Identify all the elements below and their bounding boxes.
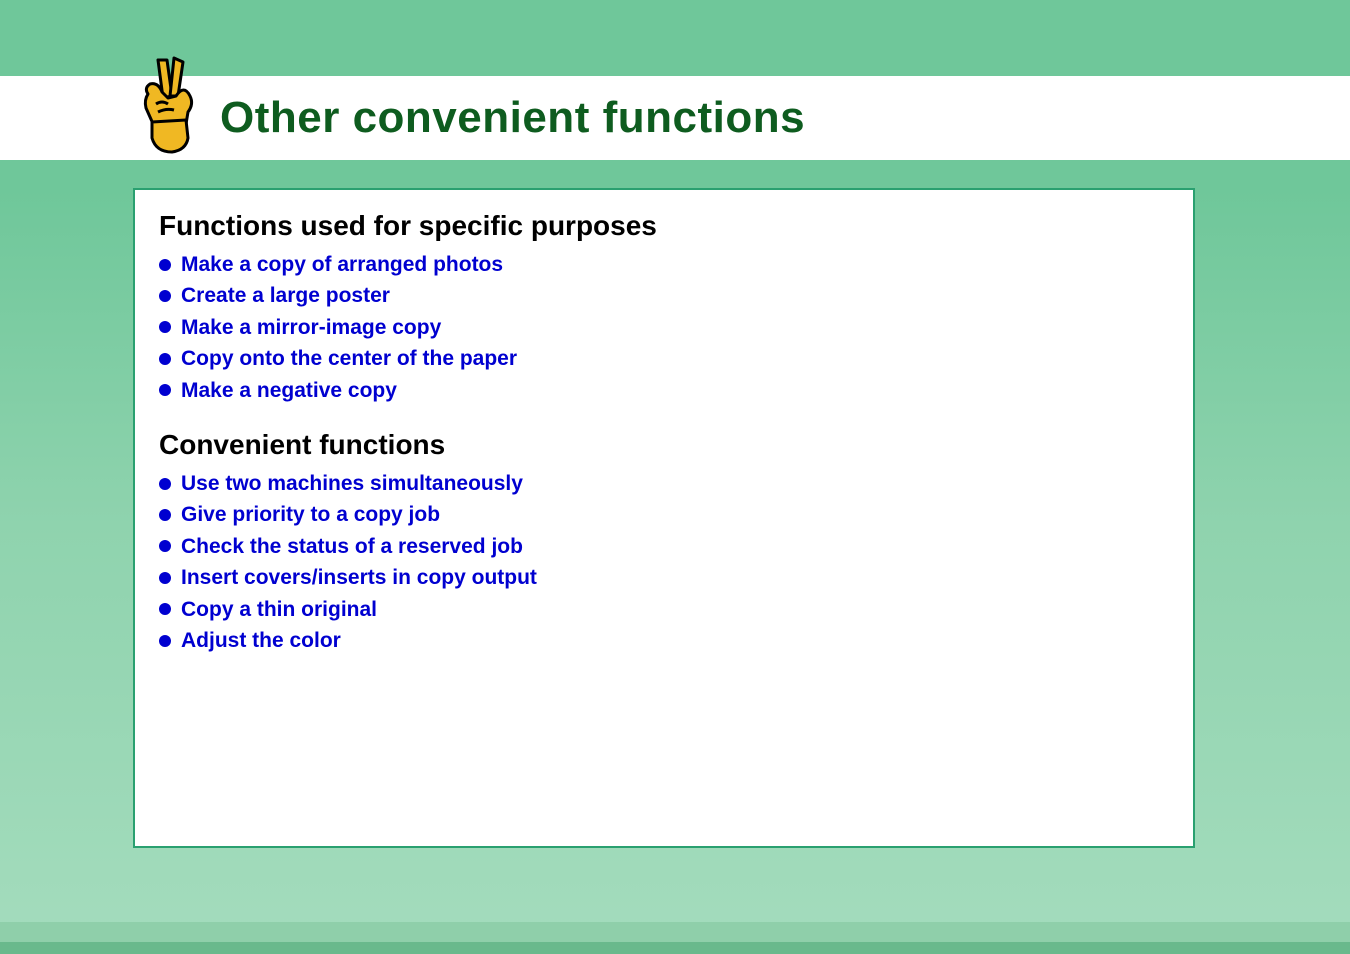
link-item[interactable]: Adjust the color <box>159 626 1169 655</box>
link-text: Make a negative copy <box>181 376 397 405</box>
bullet-icon <box>159 603 171 615</box>
page-title: Other convenient functions <box>220 93 805 143</box>
link-item[interactable]: Make a copy of arranged photos <box>159 250 1169 279</box>
link-list-convenient: Use two machines simultaneously Give pri… <box>159 469 1169 655</box>
bullet-icon <box>159 478 171 490</box>
link-item[interactable]: Check the status of a reserved job <box>159 532 1169 561</box>
link-item[interactable]: Use two machines simultaneously <box>159 469 1169 498</box>
bullet-icon <box>159 572 171 584</box>
title-band: Other convenient functions <box>0 76 1350 160</box>
bullet-icon <box>159 635 171 647</box>
link-text: Copy a thin original <box>181 595 377 624</box>
link-text: Copy onto the center of the paper <box>181 344 517 373</box>
link-item[interactable]: Give priority to a copy job <box>159 500 1169 529</box>
link-item[interactable]: Make a negative copy <box>159 376 1169 405</box>
link-text: Insert covers/inserts in copy output <box>181 563 537 592</box>
footer-stripe <box>0 942 1350 954</box>
link-text: Make a mirror-image copy <box>181 313 441 342</box>
link-item[interactable]: Insert covers/inserts in copy output <box>159 563 1169 592</box>
bullet-icon <box>159 290 171 302</box>
bullet-icon <box>159 540 171 552</box>
bullet-icon <box>159 384 171 396</box>
bullet-icon <box>159 321 171 333</box>
bullet-icon <box>159 259 171 271</box>
page-root: Other convenient functions Functions use… <box>0 0 1350 954</box>
link-text: Use two machines simultaneously <box>181 469 523 498</box>
footer-stripe <box>0 922 1350 942</box>
link-item[interactable]: Create a large poster <box>159 281 1169 310</box>
link-text: Adjust the color <box>181 626 341 655</box>
bullet-icon <box>159 509 171 521</box>
link-text: Check the status of a reserved job <box>181 532 523 561</box>
bullet-icon <box>159 353 171 365</box>
link-item[interactable]: Make a mirror-image copy <box>159 313 1169 342</box>
link-item[interactable]: Copy a thin original <box>159 595 1169 624</box>
section-heading-convenient: Convenient functions <box>159 429 1169 461</box>
link-list-specific: Make a copy of arranged photos Create a … <box>159 250 1169 405</box>
content-panel: Functions used for specific purposes Mak… <box>133 188 1195 848</box>
link-item[interactable]: Copy onto the center of the paper <box>159 344 1169 373</box>
section-heading-specific: Functions used for specific purposes <box>159 210 1169 242</box>
link-text: Give priority to a copy job <box>181 500 440 529</box>
peace-hand-icon <box>128 54 208 158</box>
link-text: Create a large poster <box>181 281 390 310</box>
link-text: Make a copy of arranged photos <box>181 250 503 279</box>
